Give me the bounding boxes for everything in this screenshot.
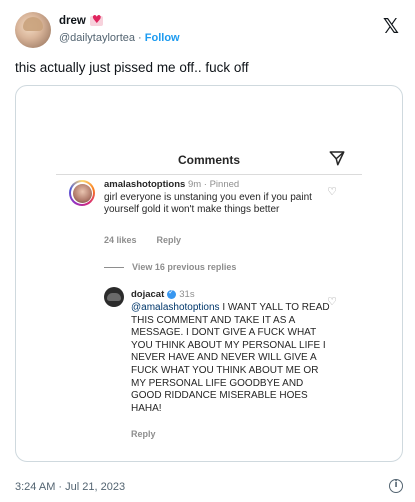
- view-replies-label: View 16 previous replies: [132, 262, 237, 272]
- comment-age: 9m: [187, 179, 202, 190]
- reply-text: I WANT YALL TO READ THIS COMMENT AND TAK…: [131, 302, 330, 414]
- comments-divider: [56, 174, 362, 175]
- reply-avatar[interactable]: [104, 287, 124, 307]
- verified-icon: [167, 288, 177, 299]
- comment-reply-button[interactable]: Reply: [157, 235, 182, 245]
- tweet-timestamp[interactable]: 3:24 AM · Jul 21, 2023: [15, 481, 125, 493]
- separator-dot: ·: [138, 32, 142, 44]
- comment-actions: 24 likes Reply: [104, 235, 181, 245]
- replies-line: [104, 266, 124, 268]
- tweet-header: drew @dailytaylortea · Follow 𝕏: [15, 12, 403, 50]
- reply-header: dojacat 31s: [131, 288, 195, 300]
- heart-icon[interactable]: ♡: [326, 186, 338, 198]
- heart-icon[interactable]: ♡: [326, 296, 338, 308]
- pinned-label: · Pinned: [203, 179, 240, 190]
- send-icon[interactable]: [328, 149, 346, 167]
- comment-avatar[interactable]: [69, 180, 95, 206]
- comment-likes[interactable]: 24 likes: [104, 235, 137, 245]
- reply-username[interactable]: dojacat: [131, 289, 164, 300]
- comment-username[interactable]: amalashotoptions: [104, 179, 185, 190]
- author-display-name[interactable]: drew: [59, 15, 86, 27]
- author-handle-row: @dailytaylortea · Follow: [59, 32, 180, 44]
- instagram-comments-panel: Comments amalashotoptions 9m · Pinned gi…: [16, 86, 402, 461]
- reply-age: 31s: [179, 289, 195, 300]
- view-replies-button[interactable]: View 16 previous replies: [104, 262, 236, 272]
- author-handle[interactable]: @dailytaylortea: [59, 32, 135, 44]
- reply-body: @amalashotoptions I WANT YALL TO READ TH…: [131, 302, 331, 415]
- heart-badge-icon: [89, 13, 103, 26]
- reply-mention[interactable]: @amalashotoptions: [131, 302, 220, 313]
- attached-screenshot[interactable]: Comments amalashotoptions 9m · Pinned gi…: [15, 85, 403, 462]
- x-logo-icon[interactable]: 𝕏: [383, 14, 399, 38]
- follow-button[interactable]: Follow: [145, 32, 180, 44]
- author-name-row: drew: [59, 13, 103, 27]
- avatar[interactable]: [15, 12, 51, 48]
- comment-header: amalashotoptions 9m · Pinned: [104, 179, 239, 190]
- reply-reply-button[interactable]: Reply: [131, 429, 156, 439]
- info-icon[interactable]: i: [389, 479, 403, 493]
- comment-body: girl everyone is unstaning you even if y…: [104, 192, 312, 215]
- tweet-text: this actually just pissed me off.. fuck …: [15, 60, 249, 75]
